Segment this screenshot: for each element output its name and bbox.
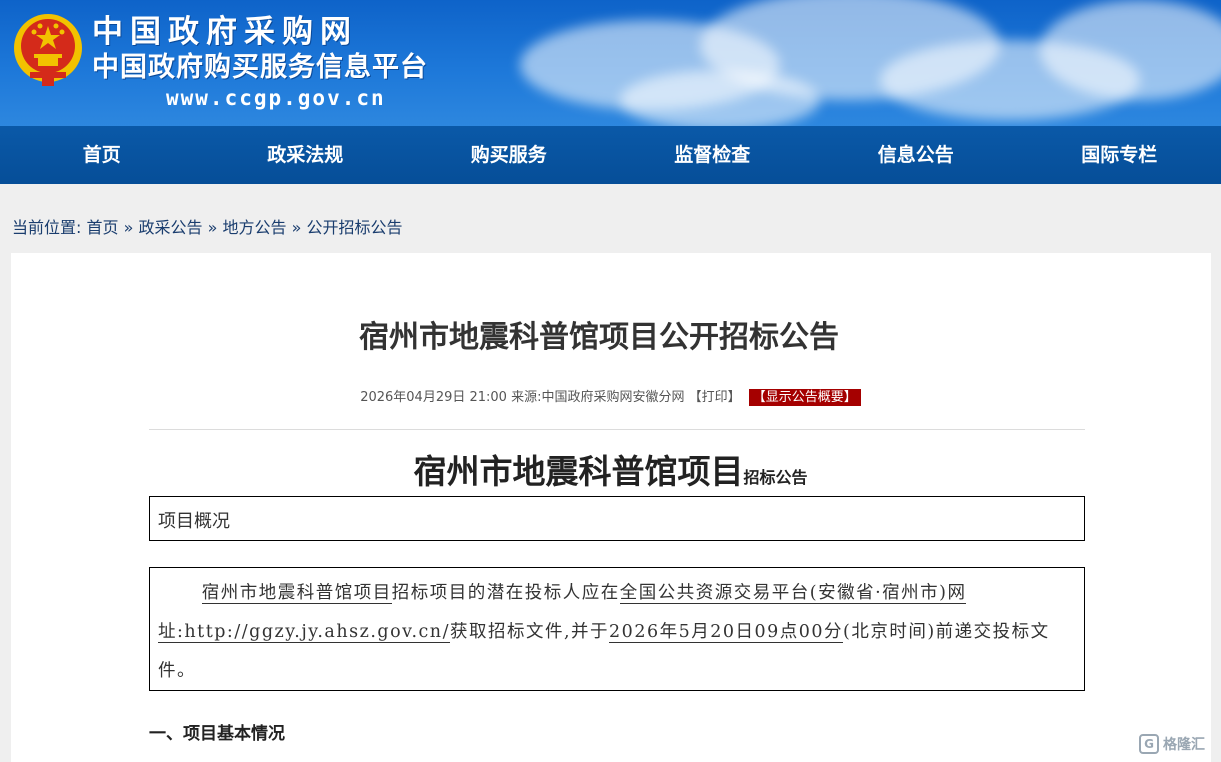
header-banner: 中国政府采购网 中国政府购买服务信息平台 www.ccgp.gov.cn [0,0,1221,126]
source: 来源:中国政府采购网安徽分网 [511,390,685,405]
section-heading: 一、项目基本情况 [149,724,285,744]
show-summary-button[interactable]: 【显示公告概要】 [748,389,861,406]
breadcrumb-prefix: 当前位置: [12,218,82,237]
overview-box: 项目概况 [149,496,1085,541]
nav-item-home[interactable]: 首页 [0,126,204,184]
site-name: 中国政府采购网 [92,14,358,50]
watermark-logo-icon: G [1139,734,1159,754]
article-meta: 2026年04月29日 21:00 来源:中国政府采购网安徽分网 【打印】 【显… [0,388,1221,408]
overview-paragraph: 宿州市地震科普馆项目招标项目的潜在投标人应在全国公共资源交易平台(安徽省·宿州市… [149,567,1085,691]
publish-date: 2026年04月29日 21:00 [360,390,507,405]
breadcrumb-gov-procurement[interactable]: 政采公告 [139,218,203,237]
breadcrumb: 当前位置: 首页 » 政采公告 » 地方公告 » 公开招标公告 [12,216,403,240]
breadcrumb-separator: » [207,218,218,237]
project-name: 宿州市地震科普馆项目 [201,583,392,604]
page-title: 宿州市地震科普馆项目公开招标公告 [359,320,839,355]
nav-item-purchase-services[interactable]: 购买服务 [407,126,611,184]
paragraph-text: 招标项目的潜在投标人应在 [391,583,620,603]
breadcrumb-open-tender[interactable]: 公开招标公告 [307,218,403,237]
breadcrumb-separator: » [123,218,134,237]
watermark-text: 格隆汇 [1163,737,1205,753]
nav-item-announcements[interactable]: 信息公告 [814,126,1018,184]
print-button[interactable]: 【打印】 [689,390,741,405]
document-title-main: 宿州市地震科普馆项目 [413,452,744,491]
breadcrumb-home[interactable]: 首页 [87,218,119,237]
site-subtitle: 中国政府购买服务信息平台 [92,52,428,83]
main-nav: 首页 政采法规 购买服务 监督检查 信息公告 国际专栏 [0,126,1221,184]
overview-heading: 项目概况 [158,511,230,532]
nav-item-supervision[interactable]: 监督检查 [611,126,815,184]
watermark: G 格隆汇 [1139,731,1213,757]
nav-item-regulations[interactable]: 政采法规 [204,126,408,184]
document-title-suffix: 招标公告 [743,468,808,487]
document-title: 宿州市地震科普馆项目招标公告 [0,450,1221,494]
site-url: www.ccgp.gov.cn [166,86,386,110]
nav-item-international[interactable]: 国际专栏 [1018,126,1221,184]
deadline: 2026年5月20日09点00分 [609,622,844,643]
divider [149,429,1085,430]
breadcrumb-separator: » [291,218,302,237]
banner-cloud [620,70,820,126]
national-emblem-icon[interactable] [12,12,84,88]
breadcrumb-local[interactable]: 地方公告 [223,218,287,237]
paragraph-text: 获取招标文件,并于 [449,622,610,642]
